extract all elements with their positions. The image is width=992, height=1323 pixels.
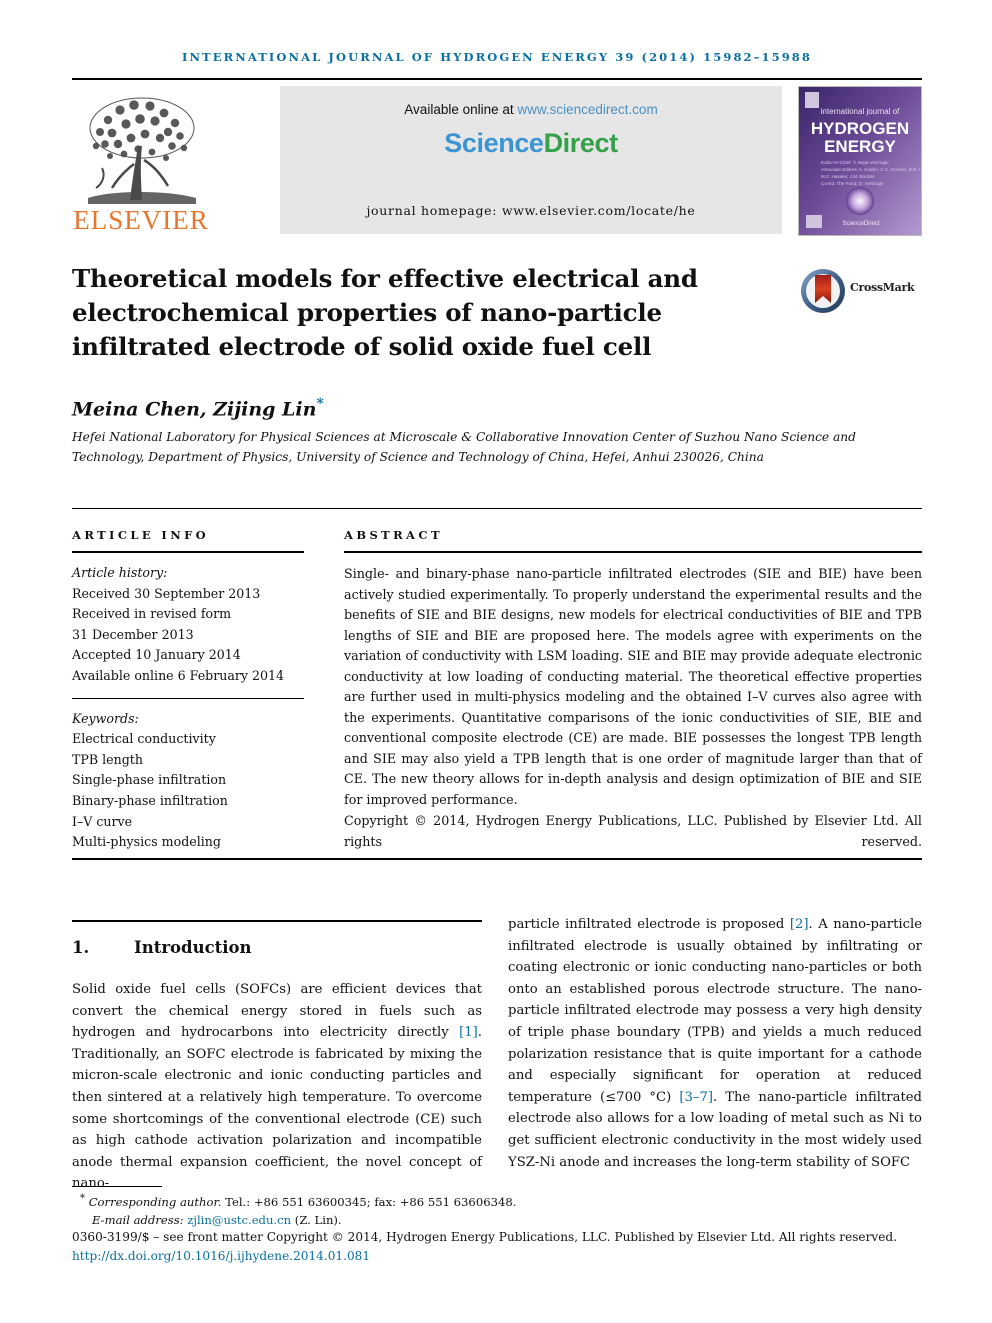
body-top-rule: [72, 920, 482, 922]
abstract-text: Single- and binary-phase nano-particle i…: [344, 566, 922, 807]
corresponding-marker: *: [80, 1193, 85, 1204]
info-section-top-rule: [72, 508, 922, 509]
keyword-item: Single-phase infiltration: [72, 772, 227, 788]
available-online-prefix: Available online at: [404, 102, 518, 117]
issn-copyright-line: 0360-3199/$ – see front matter Copyright…: [72, 1230, 897, 1244]
history-item: Available online 6 February 2014: [72, 667, 285, 683]
elsevier-tree-icon: ELSEVIER: [73, 97, 209, 235]
abstract-heading: ABSTRACT: [344, 528, 443, 542]
svg-text:ScienceDirect: ScienceDirect: [842, 221, 879, 227]
svg-text:ELSEVIER: ELSEVIER: [73, 205, 209, 234]
intro-right-mid: . A nano-particle infiltrated electrode …: [508, 917, 922, 1105]
journal-cover-art: international journal of HYDROGEN ENERGY…: [799, 87, 921, 235]
available-online-line: Available online at www.sciencedirect.co…: [280, 102, 782, 117]
corresponding-label: Corresponding author.: [88, 1194, 222, 1209]
svg-text:M.Z. Hasaler, J.M. Bockris: M.Z. Hasaler, J.M. Bockris: [821, 174, 875, 179]
section-title: Introduction: [134, 938, 252, 957]
sciencedirect-url-link[interactable]: www.sciencedirect.com: [517, 102, 657, 117]
svg-text:international journal of: international journal of: [821, 107, 900, 116]
footnote-rule: [72, 1186, 162, 1187]
keyword-item: TPB length: [72, 751, 143, 767]
author-list: Meina Chen, Zijing Lin*: [72, 396, 772, 420]
email-label: E-mail address:: [92, 1213, 188, 1228]
crossmark-icon: [801, 269, 845, 313]
intro-text-post: . Traditionally, an SOFC electrode is fa…: [72, 1025, 482, 1192]
history-item: Received in revised form: [72, 606, 232, 622]
keywords-label: Keywords:: [72, 710, 139, 726]
intro-right-pre: particle infiltrated electrode is propos…: [508, 917, 790, 932]
svg-text:Associate Editors: A. Kudrin,: Associate Editors: A. Kudrin, C.C. Gordo…: [821, 167, 921, 172]
crossmark-badge[interactable]: CrossMark: [800, 268, 922, 316]
keywords-divider: [72, 697, 304, 699]
keyword-item: I–V curve: [72, 813, 133, 829]
email-link[interactable]: zjlin@ustc.edu.cn: [187, 1213, 291, 1227]
running-head: international journal of hydrogen energy…: [181, 50, 813, 64]
affiliation: Hefei National Laboratory for Physical S…: [72, 430, 856, 464]
journal-article-page: international journal of hydrogen energy…: [0, 0, 992, 1323]
abstract-column: ABSTRACT Single- and binary-phase nano-p…: [344, 528, 922, 873]
svg-text:ENERGY: ENERGY: [824, 137, 896, 156]
history-item: Received 30 September 2013: [72, 585, 261, 601]
author-footnote-marker[interactable]: *: [316, 396, 323, 412]
article-history: Article history: Received 30 September 2…: [72, 563, 304, 687]
footer-legal-block: 0360-3199/$ – see front matter Copyright…: [72, 1228, 922, 1266]
section-heading-introduction: 1. Introduction: [72, 938, 482, 957]
crossmark-label: CrossMark: [850, 281, 915, 294]
keyword-item: Electrical conductivity: [72, 731, 216, 747]
keyword-item: Binary-phase infiltration: [72, 792, 228, 808]
corresponding-contact: Tel.: +86 551 63600345; fax: +86 551 636…: [221, 1194, 517, 1209]
email-suffix: (Z. Lin).: [291, 1213, 342, 1228]
doi-link[interactable]: http://dx.doi.org/10.1016/j.ijhydene.201…: [72, 1249, 370, 1263]
intro-paragraph-right: particle infiltrated electrode is propos…: [508, 914, 922, 1173]
article-info-heading: ARTICLE INFO: [72, 528, 210, 542]
info-section-bottom-rule: [72, 858, 922, 860]
keyword-item: Multi-physics modeling: [72, 834, 221, 850]
article-info-column: ARTICLE INFO Article history: Received 3…: [72, 528, 304, 853]
footnote-block: * Corresponding author. Tel.: +86 551 63…: [72, 1190, 922, 1230]
history-item: Accepted 10 January 2014: [72, 647, 241, 663]
body-column-right: particle infiltrated electrode is propos…: [508, 914, 922, 1173]
elsevier-logo: ELSEVIER: [72, 86, 210, 235]
corresponding-author-line: * Corresponding author. Tel.: +86 551 63…: [72, 1190, 922, 1211]
sciencedirect-band: Available online at www.sciencedirect.co…: [280, 86, 782, 234]
intro-paragraph-left: Solid oxide fuel cells (SOFCs) are effic…: [72, 979, 482, 1195]
body-column-left: 1. Introduction Solid oxide fuel cells (…: [72, 930, 482, 1195]
sciencedirect-logo-direct: Direct: [543, 128, 619, 158]
sciencedirect-logo-science: Science: [444, 128, 544, 158]
keyword-list: Keywords: Electrical conductivity TPB le…: [72, 709, 304, 853]
masthead-top-rule: [72, 78, 922, 80]
article-history-label: Article history:: [72, 565, 168, 580]
article-info-rule: [72, 551, 304, 553]
abstract-copyright: Copyright © 2014, Hydrogen Energy Public…: [344, 813, 922, 849]
journal-homepage-line: journal homepage: www.elsevier.com/locat…: [366, 203, 696, 218]
masthead: ELSEVIER Available online at www.science…: [72, 86, 922, 236]
citation-ref-1[interactable]: [1]: [459, 1025, 478, 1040]
intro-text-pre: Solid oxide fuel cells (SOFCs) are effic…: [72, 982, 482, 1041]
citation-ref-3-7[interactable]: [3–7]: [679, 1090, 713, 1105]
section-number: 1.: [72, 938, 90, 957]
author-names: Meina Chen, Zijing Lin: [72, 398, 317, 421]
svg-text:HYDROGEN: HYDROGEN: [811, 119, 909, 138]
sciencedirect-logo: ScienceDirect: [280, 128, 782, 159]
svg-text:Co-Ed. The Fund; D. Verbrugh: Co-Ed. The Fund; D. Verbrugh: [821, 181, 884, 186]
history-item: 31 December 2013: [72, 626, 194, 642]
svg-text:Editor-in-Chief: T. Nejat Vezi: Editor-in-Chief: T. Nejat Veziroglu: [821, 160, 889, 165]
abstract-rule: [344, 551, 922, 553]
article-title: Theoretical models for effective electri…: [72, 264, 698, 361]
journal-cover-thumbnail: international journal of HYDROGEN ENERGY…: [798, 86, 922, 236]
citation-ref-2[interactable]: [2]: [790, 917, 809, 932]
